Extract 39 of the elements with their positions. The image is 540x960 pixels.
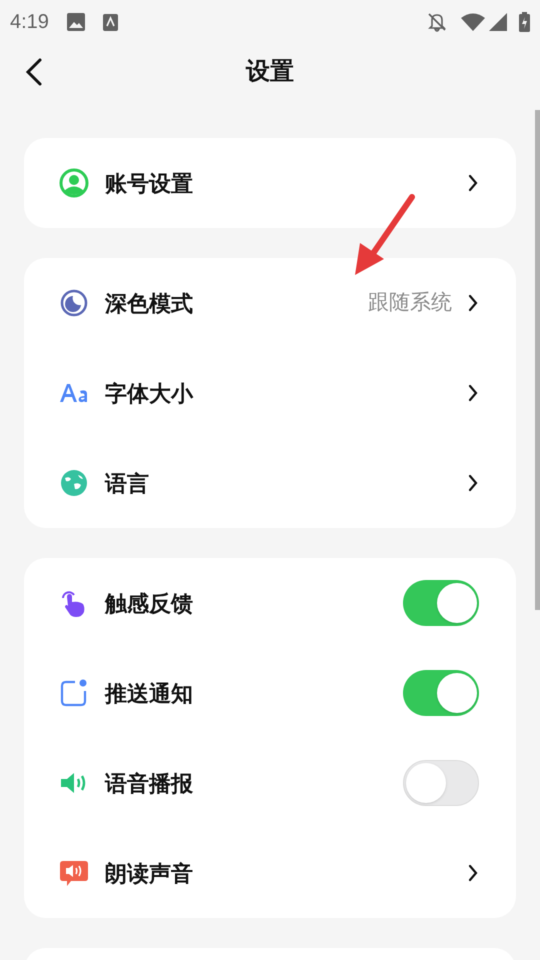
back-icon — [24, 57, 44, 87]
row-label: 语音播报 — [105, 770, 193, 798]
row-label: 字体大小 — [105, 380, 193, 408]
notification-icon — [59, 678, 89, 708]
voice-message-icon — [59, 858, 89, 888]
row-label: 朗读声音 — [105, 860, 193, 888]
row-label: 账号设置 — [105, 170, 193, 198]
toggle-switch[interactable] — [403, 670, 479, 716]
settings-row[interactable]: 朗读声音 — [24, 828, 516, 918]
keyboard-app-icon — [102, 14, 118, 30]
settings-row[interactable]: 推送通知 — [24, 648, 516, 738]
chevron-right-icon — [468, 474, 478, 492]
toggle-switch[interactable] — [403, 580, 479, 626]
row-label: 推送通知 — [105, 680, 193, 708]
moon-icon — [59, 288, 89, 318]
signal-icon — [489, 13, 507, 31]
chevron-right-icon — [468, 294, 478, 312]
chevron-right-icon — [468, 384, 478, 402]
settings-row[interactable]: 深色模式 跟随系统 — [24, 258, 516, 348]
page-title: 设置 — [246, 57, 294, 87]
chevron-right-icon — [468, 864, 478, 882]
settings-row[interactable]: 语音播报 — [24, 738, 516, 828]
row-label: 语言 — [105, 470, 149, 498]
settings-row[interactable]: 语言 — [24, 438, 516, 528]
settings-row[interactable]: 触感反馈 — [24, 558, 516, 648]
chevron-right-icon — [468, 174, 478, 192]
row-value: 跟随系统 — [368, 290, 452, 316]
row-label: 触感反馈 — [105, 590, 193, 618]
mute-bell-icon — [427, 12, 447, 32]
status-time: 4:19 — [10, 10, 49, 35]
globe-icon — [59, 468, 89, 498]
image-icon — [66, 13, 85, 31]
wifi-icon — [461, 13, 485, 31]
settings-row[interactable]: 账号设置 — [24, 138, 516, 228]
toggle-switch[interactable] — [403, 760, 479, 806]
row-label: 深色模式 — [105, 290, 193, 318]
settings-row[interactable]: 字体大小 — [24, 348, 516, 438]
battery-icon — [519, 12, 530, 32]
person-icon — [59, 168, 89, 198]
